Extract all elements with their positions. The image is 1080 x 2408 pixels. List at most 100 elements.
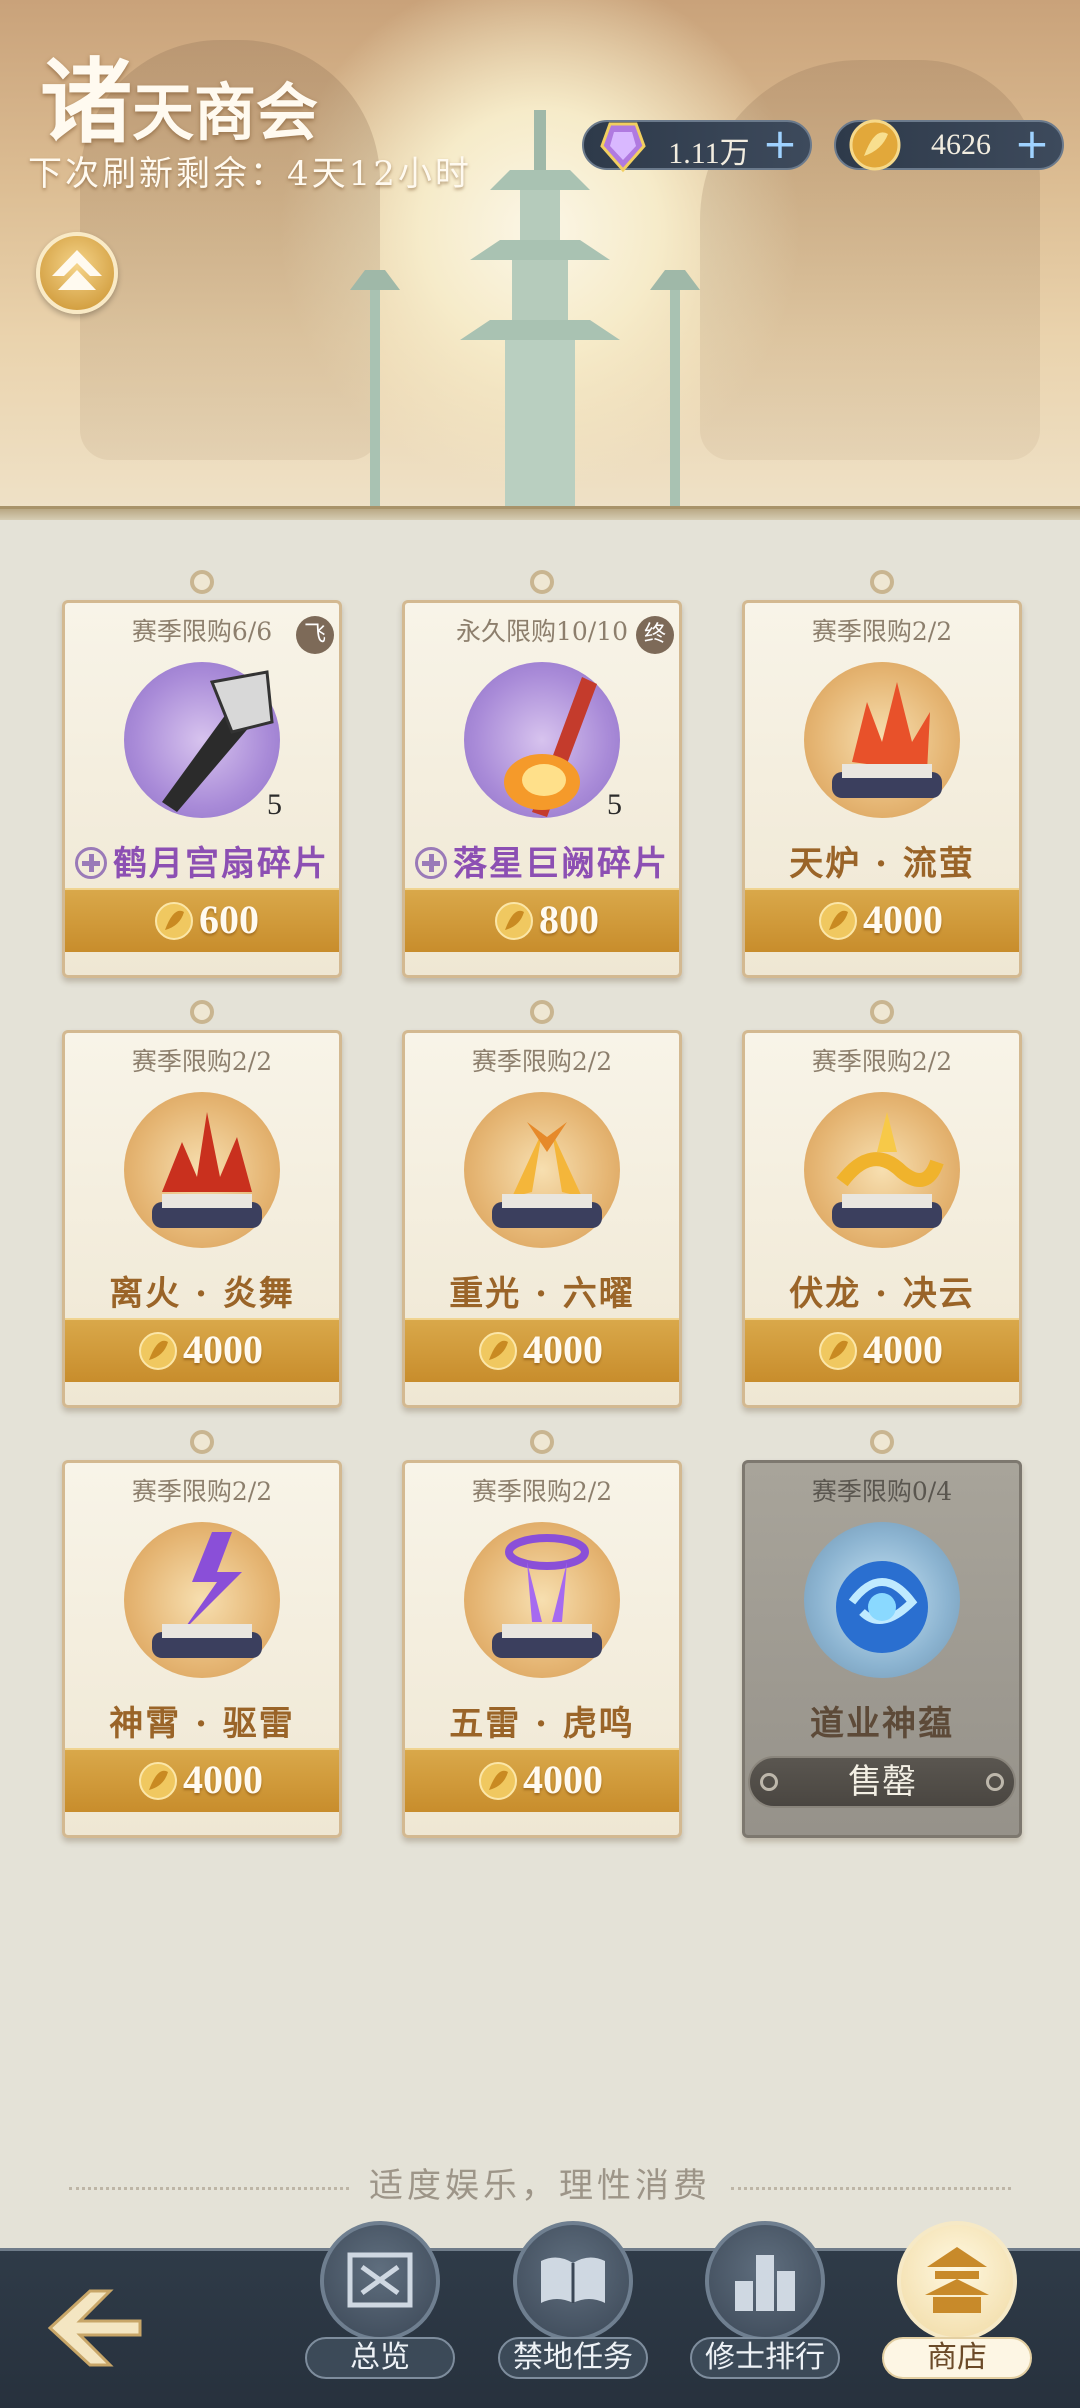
purple-lightning-scroll-icon xyxy=(152,1532,262,1658)
currency-coin: 4626 + xyxy=(834,119,1064,171)
fragment-icon xyxy=(75,847,107,879)
nav-label: 商店 xyxy=(882,2337,1032,2379)
crystal-amount: 1.11万 xyxy=(668,137,750,170)
card-hang-ring xyxy=(870,1000,894,1024)
nav-label: 禁地任务 xyxy=(498,2337,648,2379)
shop-item-card[interactable]: 赛季限购6/6 飞 5 鹤月宫扇碎片 600 xyxy=(62,570,342,978)
purchase-limit: 赛季限购0/4 xyxy=(811,1477,953,1506)
item-name-text: 落星巨阙碎片 xyxy=(453,844,669,884)
price-value: 4000 xyxy=(183,1757,263,1802)
price-bar[interactable]: 4000 xyxy=(65,1318,339,1382)
item-name: 离火 · 炎舞 xyxy=(109,1274,295,1314)
purchase-limit: 赛季限购2/2 xyxy=(811,617,953,646)
item-tag-badge: 飞 xyxy=(296,616,334,654)
refresh-countdown: 下次刷新剩余：4天12小时 xyxy=(28,154,472,194)
collapse-up-button[interactable] xyxy=(36,232,118,314)
gold-leaf-coin-icon xyxy=(819,1332,857,1370)
item-quantity: 5 xyxy=(607,788,622,821)
back-arrow-icon[interactable] xyxy=(40,2283,150,2373)
lamp-pillar-right xyxy=(650,270,700,520)
price-bar[interactable]: 4000 xyxy=(745,888,1019,952)
shop-item-card[interactable]: 赛季限购2/2 神霄 · 驱雷 4000 xyxy=(62,1430,342,1838)
flaming-sword-icon xyxy=(504,677,597,817)
fragment-icon xyxy=(415,847,447,879)
item-name-text: 鹤月宫扇碎片 xyxy=(113,844,329,884)
decor-dot xyxy=(986,1773,1004,1791)
card-hang-ring xyxy=(870,1430,894,1454)
price-value: 4000 xyxy=(523,1757,603,1802)
item-name: 天炉 · 流萤 xyxy=(789,844,975,884)
responsible-gaming-notice: 适度娱乐，理性消费 xyxy=(0,2158,1080,2207)
price-bar[interactable]: 4000 xyxy=(745,1318,1019,1382)
purchase-limit: 赛季限购2/2 xyxy=(471,1047,613,1076)
blue-vortex-orb-icon xyxy=(836,1561,928,1653)
price-bar[interactable]: 4000 xyxy=(65,1748,339,1812)
sold-out-label: 售罄 xyxy=(748,1756,1016,1808)
open-book-icon xyxy=(541,2257,605,2303)
gold-leaf-coin-icon xyxy=(479,1762,517,1800)
shop-item-card[interactable]: 赛季限购2/2 重光 · 六曜 4000 xyxy=(402,1000,682,1408)
card-hang-ring xyxy=(530,570,554,594)
price-bar[interactable]: 4000 xyxy=(405,1748,679,1812)
item-name: 道业神蕴 xyxy=(810,1704,954,1744)
add-crystal-button[interactable]: + xyxy=(762,123,798,165)
sold-out-text: 售罄 xyxy=(848,1762,916,1802)
gold-leaf-coin-icon xyxy=(495,902,533,940)
item-quantity: 5 xyxy=(267,788,282,821)
golden-dragon-scroll-icon xyxy=(832,1112,944,1228)
add-coin-button[interactable]: + xyxy=(1014,123,1050,165)
price-bar[interactable]: 600 xyxy=(65,888,339,952)
shop-pavilion-icon xyxy=(925,2247,989,2313)
ranking-bars-icon xyxy=(735,2255,795,2311)
coin-amount: 4626 xyxy=(931,128,991,161)
lamp-pillar-left xyxy=(350,270,400,520)
purple-crystal-icon xyxy=(600,122,646,173)
gold-leaf-coin-icon xyxy=(139,1762,177,1800)
price-bar[interactable]: 4000 xyxy=(405,1318,679,1382)
item-name: 重光 · 六曜 xyxy=(449,1274,635,1314)
nav-shop[interactable]: 商店 xyxy=(882,2221,1032,2408)
purchase-limit: 赛季限购2/2 xyxy=(811,1047,953,1076)
nav-cultivator-ranking[interactable]: 修士排行 xyxy=(690,2221,840,2408)
price-value: 4000 xyxy=(183,1327,263,1372)
item-name: 鹤月宫扇碎片 xyxy=(62,836,342,885)
item-name: 神霄 · 驱雷 xyxy=(109,1704,295,1744)
shop-item-card[interactable]: 赛季限购2/2 离火 · 炎舞 4000 xyxy=(62,1000,342,1408)
nav-forbidden-tasks[interactable]: 禁地任务 xyxy=(498,2221,648,2408)
card-hang-ring xyxy=(530,1000,554,1024)
price-bar[interactable]: 800 xyxy=(405,888,679,952)
fan-weapon-icon xyxy=(162,670,274,812)
gold-leaf-coin-icon xyxy=(155,902,193,940)
purchase-limit: 赛季限购2/2 xyxy=(471,1477,613,1506)
item-name: 伏龙 · 决云 xyxy=(789,1274,975,1314)
nav-overview[interactable]: 总览 xyxy=(305,2221,455,2408)
shop-item-card[interactable]: 永久限购10/10 终 5 落星巨阙碎片 800 xyxy=(402,570,682,978)
title-rest: 天商会 xyxy=(132,76,319,149)
title-first-char: 诸 xyxy=(40,48,133,156)
shop-item-card[interactable]: 赛季限购2/2 天炉 · 流萤 4000 xyxy=(742,570,1022,978)
map-scroll-icon xyxy=(347,2252,413,2308)
price-value: 4000 xyxy=(863,897,943,942)
divider-dots xyxy=(731,2186,1011,2190)
card-hang-ring xyxy=(870,570,894,594)
item-name: 落星巨阙碎片 xyxy=(402,836,682,885)
page-title: 诸天商会 xyxy=(40,28,318,161)
fire-scroll-icon xyxy=(832,682,942,798)
decor-dot xyxy=(760,1773,778,1791)
gold-leaf-coin-icon xyxy=(849,119,901,171)
shop-item-card[interactable]: 赛季限购2/2 五雷 · 虎鸣 4000 xyxy=(402,1430,682,1838)
fire-burst-scroll-icon xyxy=(152,1112,262,1228)
purchase-limit: 赛季限购2/2 xyxy=(131,1047,273,1076)
price-value: 800 xyxy=(539,897,599,942)
notice-text: 适度娱乐，理性消费 xyxy=(369,2166,711,2206)
shop-item-card[interactable]: 赛季限购2/2 伏龙 · 决云 4000 xyxy=(742,1000,1022,1408)
divider-dots xyxy=(69,2186,349,2190)
gold-leaf-coin-icon xyxy=(819,902,857,940)
nav-label: 总览 xyxy=(305,2337,455,2379)
card-hang-ring xyxy=(190,570,214,594)
price-value: 4000 xyxy=(863,1327,943,1372)
nav-label: 修士排行 xyxy=(690,2337,840,2379)
shop-item-card-soldout[interactable]: 赛季限购0/4 道业神蕴 售罄 xyxy=(742,1430,1022,1838)
price-value: 600 xyxy=(199,897,259,942)
card-hang-ring xyxy=(190,1000,214,1024)
